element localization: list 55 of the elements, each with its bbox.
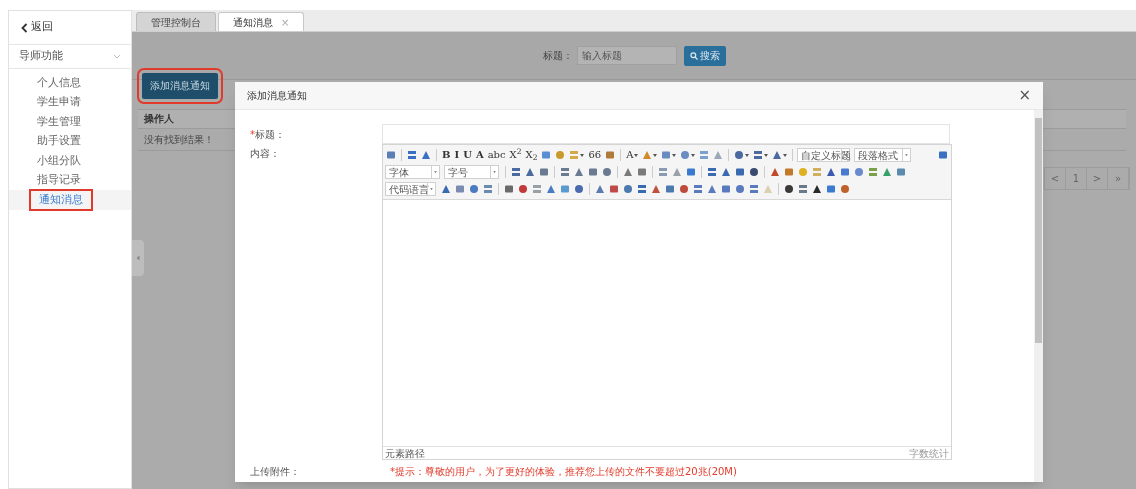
element-path-label: 元素路径 — [385, 446, 425, 461]
tool-icon[interactable] — [749, 167, 759, 177]
collapse-handle[interactable] — [132, 240, 144, 276]
chevron-left-icon — [136, 255, 140, 261]
toolbar-button[interactable]: B — [441, 148, 452, 162]
dropdown-field[interactable]: 字体 — [385, 165, 440, 179]
toolbar-button[interactable]: 66 — [587, 148, 603, 162]
scrollbar[interactable] — [1034, 110, 1043, 482]
toolbar-button[interactable]: U — [462, 148, 473, 162]
caret-icon — [902, 149, 911, 161]
caret-icon — [841, 149, 850, 161]
sidebar-item[interactable]: 助手设置 — [9, 131, 131, 151]
toolbar-button[interactable]: A — [474, 148, 485, 162]
tool-icon[interactable] — [826, 167, 836, 177]
rich-text-editor[interactable]: B I U A abc X$^{2}$ X$_{2}$ 66 A 自定义标题 段落格式 字体 字号 代码语言 元素路径 字数统计 — [382, 144, 952, 460]
dropdown-field[interactable]: 字号 — [444, 165, 499, 179]
close-button[interactable]: × — [1018, 88, 1031, 103]
field-label: 内容： — [250, 147, 281, 161]
tool-icon[interactable] — [812, 184, 822, 194]
sidebar-item[interactable]: 小组分队 — [9, 151, 131, 171]
toolbar-button[interactable]: X$^{2}$ — [508, 148, 523, 162]
search-button[interactable]: 搜索 — [684, 45, 726, 66]
title-field[interactable] — [382, 124, 950, 144]
tab[interactable]: 管理控制台 — [136, 12, 216, 31]
toolbar-button[interactable]: abc — [486, 148, 507, 162]
toolbar-button[interactable]: I — [453, 148, 461, 162]
caret-icon — [431, 166, 439, 178]
search-field[interactable]: 输入标题 — [577, 46, 677, 65]
dropdown-field[interactable]: 自定义标题 — [797, 148, 851, 162]
column-header: 操作人 — [144, 112, 174, 126]
search-label: 标题： — [543, 49, 573, 63]
back-link[interactable]: 返回 — [9, 11, 131, 45]
field-label: 上传附件： — [250, 465, 301, 479]
search-icon — [690, 51, 698, 60]
dialog-title: 添加消息通知 — [247, 89, 307, 103]
word-count-label: 字数统计 — [909, 446, 949, 461]
sidebar-item[interactable]: 学生申请 — [9, 92, 131, 112]
tab[interactable]: 通知消息 × — [218, 12, 305, 31]
sidebar-item[interactable]: 指导记录 — [9, 170, 131, 190]
caret-icon — [427, 183, 435, 195]
sidebar-item[interactable]: 通知消息 — [9, 190, 131, 210]
toolbar-button[interactable]: X$_{2}$ — [524, 148, 539, 162]
sidebar-item[interactable]: 学生管理 — [9, 112, 131, 132]
caret-icon — [490, 166, 498, 178]
scrollbar-thumb[interactable] — [1035, 118, 1042, 343]
sidebar-section[interactable]: 导师功能 — [9, 45, 131, 69]
field-label: *标题： — [250, 127, 286, 142]
dropdown-field[interactable]: 段落格式 — [854, 148, 912, 162]
toolbar-button[interactable]: A — [625, 148, 640, 162]
sidebar-item[interactable]: 个人信息 — [9, 73, 131, 93]
chevron-left-icon — [21, 22, 28, 33]
dropdown-field[interactable]: 代码语言 — [385, 182, 436, 196]
tool-icon[interactable] — [784, 184, 794, 194]
upload-hint: *提示：尊敬的用户，为了更好的体验，推荐您上传的文件不要超过20兆(20M) — [390, 465, 737, 479]
empty-message: 没有找到结果！ — [144, 132, 214, 147]
